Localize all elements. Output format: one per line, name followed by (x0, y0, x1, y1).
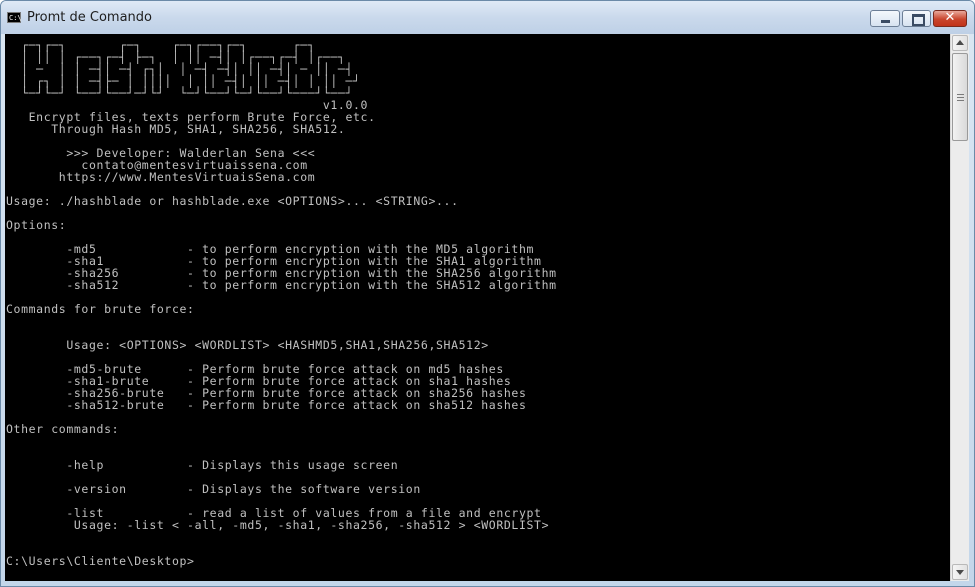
arrow-up-icon (956, 40, 964, 45)
grip-line (957, 97, 964, 98)
console-line: -sha512 - to perform encryption with the… (6, 278, 557, 292)
console-line: Usage: <OPTIONS> <WORDLIST> <HASHMD5,SHA… (6, 338, 489, 352)
console-line: C:\Users\Cliente\Desktop> (6, 554, 195, 568)
console-line: -help - Displays this usage screen (6, 458, 399, 472)
console-line: -version - Displays the software version (6, 482, 421, 496)
console-line: https://www.MentesVirtuaisSena.com (6, 170, 316, 184)
console-line: Other commands: (6, 422, 120, 436)
console-line: Usage: ./hashblade or hashblade.exe <OPT… (6, 194, 459, 208)
console-text: ┌─┐┌─┐ ┌─┐ ┌─┐┌──┐┌─┐ ┌─┐ │ ││ │ ┌──┐┌─┤… (5, 34, 950, 567)
minimize-icon (881, 20, 890, 23)
console-line: -sha512-brute - Perform brute force atta… (6, 398, 527, 412)
grip-line (957, 94, 964, 95)
scroll-thumb[interactable] (952, 53, 968, 141)
window-title: Promt de Comando (27, 10, 153, 25)
console-line: Commands for brute force: (6, 302, 195, 316)
minimize-button[interactable] (870, 10, 900, 27)
maximize-icon (912, 14, 925, 26)
grip-line (957, 100, 964, 101)
scroll-down-button[interactable] (952, 564, 968, 580)
maximize-button[interactable] (902, 10, 931, 27)
scroll-up-button[interactable] (952, 35, 968, 51)
console-line: Through Hash MD5, SHA1, SHA256, SHA512. (6, 122, 346, 136)
console-line: Usage: -list < -all, -md5, -sha1, -sha25… (6, 518, 550, 532)
command-prompt-window: C:\ Promt de Comando ✕ ┌─┐┌─┐ ┌─┐ ┌─┐┌──… (0, 0, 975, 587)
vertical-scrollbar[interactable] (950, 34, 969, 581)
close-icon: ✕ (944, 10, 956, 25)
title-bar[interactable]: C:\ Promt de Comando ✕ (1, 1, 974, 34)
cmd-icon[interactable]: C:\ (7, 12, 22, 23)
console-output[interactable]: ┌─┐┌─┐ ┌─┐ ┌─┐┌──┐┌─┐ ┌─┐ │ ││ │ ┌──┐┌─┤… (5, 34, 950, 581)
console-line: Options: (6, 218, 67, 232)
close-button[interactable]: ✕ (933, 10, 967, 27)
arrow-down-icon (956, 570, 964, 575)
